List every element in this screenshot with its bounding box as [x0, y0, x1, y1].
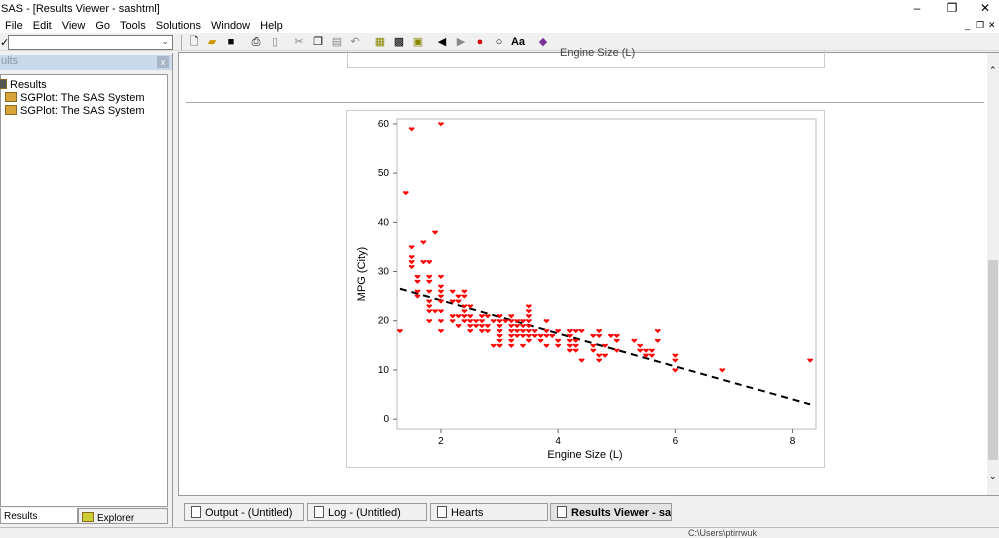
y-tick-label: 50	[378, 168, 390, 179]
font-icon[interactable]: Aa	[510, 35, 526, 50]
mdi-minimize-button[interactable]: _	[965, 20, 970, 30]
menu-help[interactable]: Help	[255, 17, 288, 32]
status-bar	[0, 527, 999, 537]
mdi-close-button[interactable]: ✕	[988, 20, 996, 31]
print-icon[interactable]: ⎙	[248, 35, 264, 50]
task-hearts[interactable]: Hearts	[430, 503, 548, 521]
task-results-viewer[interactable]: Results Viewer - sasht...	[550, 503, 672, 521]
panel-close-button[interactable]: x	[157, 56, 169, 68]
window-title: SAS - [Results Viewer - sashtml]	[1, 3, 160, 15]
paste-icon[interactable]: ▤	[329, 35, 345, 50]
print-preview-icon[interactable]: ▯	[267, 35, 283, 50]
x-tick-label: 2	[438, 436, 444, 447]
tree-item-sgplot[interactable]: SGPlot: The SAS System	[5, 105, 145, 118]
scatter-plot: 2 4 6 8 0 10 20 30 40 50 60 Engine Size (L) MPG (C…	[356, 118, 817, 461]
menu-view[interactable]: View	[57, 17, 91, 32]
folder-icon	[5, 92, 17, 102]
plot-area	[396, 118, 817, 430]
panel-title: ults	[0, 55, 172, 70]
previous-x-axis-label: Engine Size (L)	[560, 47, 636, 59]
scroll-up-icon[interactable]: ⌃	[989, 65, 997, 76]
scroll-down-icon[interactable]: ⌄	[989, 471, 997, 482]
table-icon	[437, 506, 447, 518]
panel-tabs: Results Explorer	[0, 508, 170, 525]
save-icon[interactable]: ■	[223, 35, 239, 50]
x-axis-label: Engine Size (L)	[547, 449, 622, 461]
y-tick-label: 30	[378, 267, 390, 278]
results-viewer-icon	[557, 506, 567, 518]
output-icon	[191, 506, 201, 518]
title-bar: SAS - [Results Viewer - sashtml] – ❐ ✕	[0, 0, 999, 17]
task-output[interactable]: Output - (Untitled)	[184, 503, 304, 521]
log-icon	[314, 506, 324, 518]
results-icon	[0, 79, 7, 89]
open-icon[interactable]: ▰	[204, 35, 220, 50]
toolbar-separator	[181, 35, 182, 50]
y-tick-label: 10	[378, 365, 390, 376]
tab-explorer[interactable]: Explorer	[78, 508, 168, 524]
y-axis-label: MPG (City)	[356, 247, 368, 301]
x-tick-label: 6	[673, 436, 679, 447]
x-tick-label: 8	[790, 436, 796, 447]
menu-tools[interactable]: Tools	[115, 17, 151, 32]
graph-frame: 2 4 6 8 0 10 20 30 40 50 60 Engine Size (L) MPG (C…	[346, 110, 825, 468]
chevron-down-icon[interactable]: ⌄	[161, 36, 169, 47]
results-icon[interactable]: ▣	[410, 35, 426, 50]
back-icon[interactable]: ◀	[434, 35, 450, 50]
copy-icon[interactable]: ❐	[310, 35, 326, 50]
minimize-button[interactable]: –	[902, 0, 932, 17]
mdi-restore-button[interactable]: ❐	[976, 20, 984, 31]
tree-item-results[interactable]: Results	[0, 79, 47, 92]
menu-file[interactable]: File	[0, 17, 28, 32]
scrollbar-thumb[interactable]	[988, 260, 998, 460]
results-tree: Results SGPlot: The SAS System SGPlot: T…	[0, 74, 168, 507]
tab-results[interactable]: Results	[0, 508, 78, 524]
menu-window[interactable]: Window	[206, 17, 255, 32]
y-tick-label: 0	[383, 414, 389, 425]
x-tick-label: 4	[555, 436, 561, 447]
menu-edit[interactable]: Edit	[28, 17, 57, 32]
new-icon[interactable]: 🗋	[186, 35, 202, 50]
close-button[interactable]: ✕	[970, 0, 999, 17]
menu-solutions[interactable]: Solutions	[151, 17, 206, 32]
restore-button[interactable]: ❐	[937, 0, 967, 17]
cut-icon[interactable]: ✂	[291, 35, 307, 50]
stop-icon[interactable]: ●	[472, 35, 488, 50]
help-icon[interactable]: ◆	[535, 35, 551, 50]
menu-bar: File Edit View Go Tools Solutions Window Help _…	[0, 17, 999, 33]
window-taskbar: Output - (Untitled) Log - (Untitled) Hea…	[178, 500, 999, 524]
refresh-icon[interactable]: ○	[491, 35, 507, 50]
menu-go[interactable]: Go	[90, 17, 115, 32]
explorer-icon	[82, 512, 94, 522]
command-input[interactable]: ⌄	[8, 35, 173, 50]
y-tick-label: 40	[378, 217, 390, 228]
task-log[interactable]: Log - (Untitled)	[307, 503, 427, 521]
divider	[186, 102, 984, 103]
undo-icon[interactable]: ↶	[347, 35, 363, 50]
tree-item-sgplot[interactable]: SGPlot: The SAS System	[5, 92, 145, 105]
y-tick-label: 20	[378, 316, 390, 327]
explorer-icon[interactable]: ▩	[391, 35, 407, 50]
libraries-icon[interactable]: ▦	[372, 35, 388, 50]
folder-icon	[5, 105, 17, 115]
forward-icon[interactable]: ▶	[453, 35, 469, 50]
y-tick-label: 60	[378, 119, 390, 130]
